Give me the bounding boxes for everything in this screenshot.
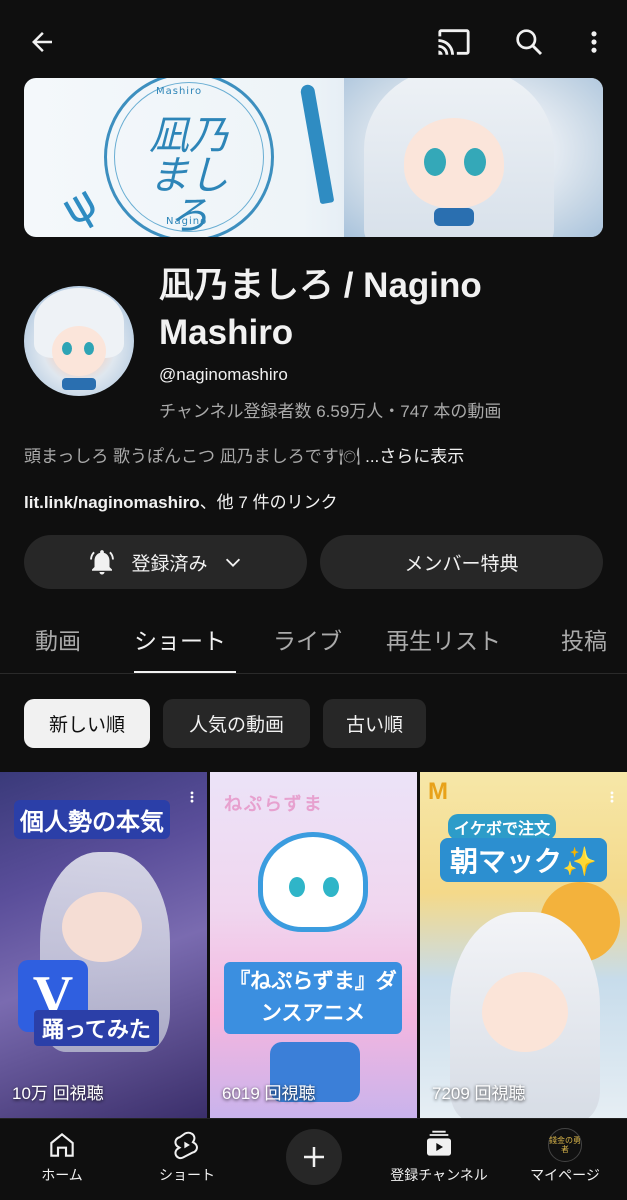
chevron-down-icon bbox=[222, 551, 244, 573]
tab-posts[interactable]: 投稿 bbox=[561, 622, 607, 656]
search-button[interactable] bbox=[509, 22, 549, 62]
description-text: 頭まっしろ 歌うぽんこつ 凪乃ましろです🍽 bbox=[24, 447, 361, 466]
back-button[interactable] bbox=[22, 22, 62, 62]
tab-shorts[interactable]: ショート bbox=[134, 622, 226, 656]
membership-button[interactable]: メンバー特典 bbox=[320, 535, 603, 589]
cast-icon bbox=[438, 29, 470, 55]
channel-links[interactable]: lit.link/naginomashiro、他 7 件のリンク bbox=[24, 488, 338, 513]
short-thumbnail[interactable]: M イケボで注文 朝マック✨ 7209 回視聴 bbox=[420, 772, 627, 1118]
tab-videos[interactable]: 動画 bbox=[35, 622, 81, 656]
short-title-art: ねぷらずま bbox=[224, 794, 324, 814]
tab-live[interactable]: ライブ bbox=[273, 622, 342, 656]
show-more-link[interactable]: ...さらに表示 bbox=[365, 447, 464, 466]
short-views: 7209 回視聴 bbox=[432, 1084, 526, 1103]
short-caption: 『ねぷらずま』ダンスアニメ bbox=[224, 962, 402, 1034]
channel-avatar[interactable] bbox=[24, 286, 134, 396]
create-button[interactable] bbox=[286, 1129, 342, 1185]
banner-logo-top-text: Mashiro bbox=[156, 86, 203, 97]
channel-handle: @naginomashiro bbox=[159, 365, 288, 384]
short-caption-secondary: 踊ってみた bbox=[34, 1010, 159, 1046]
channel-name: 凪乃ましろ / Nagino Mashiro bbox=[159, 266, 482, 352]
nav-subscriptions-label: 登録チャンネル bbox=[390, 1167, 488, 1183]
tab-playlists[interactable]: 再生リスト bbox=[386, 622, 501, 656]
chip-newest[interactable]: 新しい順 bbox=[24, 699, 150, 748]
channel-stats: チャンネル登録者数 6.59万人・747 本の動画 bbox=[159, 402, 502, 421]
banner-character-art bbox=[344, 78, 603, 237]
mcdonalds-logo: M bbox=[428, 778, 448, 805]
more-vertical-icon[interactable] bbox=[605, 786, 619, 812]
account-avatar: 錢金の勇者 bbox=[548, 1128, 582, 1162]
fork-illustration: ψ bbox=[52, 174, 106, 236]
bottom-navigation: ホーム ショート 登録チャンネル 錢金の勇者 マイページ bbox=[0, 1118, 627, 1200]
more-vertical-icon bbox=[591, 31, 597, 53]
membership-label: メンバー特典 bbox=[404, 553, 519, 575]
short-views: 10万 回視聴 bbox=[12, 1084, 104, 1103]
subscribed-label: 登録済み bbox=[131, 553, 208, 575]
short-thumbnail[interactable]: ねぷらずま 『ねぷらずま』ダンスアニメ 6019 回視聴 bbox=[210, 772, 417, 1118]
primary-link[interactable]: lit.link/naginomashiro bbox=[24, 493, 200, 512]
short-caption: 朝マック✨ bbox=[440, 838, 607, 882]
short-thumbnail[interactable]: 個人勢の本気 V 踊ってみた 10万 回視聴 bbox=[0, 772, 207, 1118]
nav-shorts[interactable]: ショート bbox=[132, 1127, 242, 1185]
nav-home[interactable]: ホーム bbox=[7, 1127, 117, 1185]
banner-logo-bottom-text: Nagino bbox=[166, 216, 208, 227]
subscribed-button[interactable]: 登録済み bbox=[24, 535, 307, 589]
channel-description[interactable]: 頭まっしろ 歌うぽんこつ 凪乃ましろです🍽 ...さらに表示 bbox=[24, 442, 464, 467]
nav-shorts-label: ショート bbox=[159, 1167, 215, 1183]
short-subcaption: イケボで注文 bbox=[448, 814, 557, 840]
knife-illustration bbox=[299, 83, 335, 205]
shorts-grid: 個人勢の本気 V 踊ってみた 10万 回視聴 ねぷらずま 『ねぷらずま』ダンスア… bbox=[0, 772, 627, 1118]
nav-subscriptions[interactable]: 登録チャンネル bbox=[384, 1127, 494, 1185]
channel-tabs: 動画 ショート ライブ 再生リスト 投稿 bbox=[0, 604, 627, 674]
channel-banner: Mashiro 凪乃ましろ Nagino ψ bbox=[24, 78, 603, 237]
short-views: 6019 回視聴 bbox=[222, 1084, 316, 1103]
arrow-left-icon bbox=[32, 32, 52, 52]
subscriptions-icon bbox=[384, 1127, 494, 1163]
chip-oldest[interactable]: 古い順 bbox=[323, 699, 426, 748]
short-caption: 個人勢の本気 bbox=[14, 800, 170, 839]
other-links-count: 、他 7 件のリンク bbox=[199, 493, 338, 512]
shorts-icon bbox=[132, 1127, 242, 1163]
search-icon bbox=[516, 29, 543, 56]
plus-icon bbox=[304, 1147, 324, 1167]
cast-button[interactable] bbox=[434, 22, 474, 62]
top-app-bar bbox=[0, 0, 627, 80]
active-tab-indicator bbox=[134, 671, 236, 673]
nav-home-label: ホーム bbox=[41, 1167, 83, 1183]
home-icon bbox=[7, 1127, 117, 1163]
nav-mypage-label: マイページ bbox=[530, 1167, 600, 1183]
more-options-button[interactable] bbox=[574, 22, 614, 62]
bell-ringing-icon bbox=[87, 547, 117, 577]
nav-mypage[interactable]: 錢金の勇者 マイページ bbox=[510, 1127, 620, 1185]
chip-popular[interactable]: 人気の動画 bbox=[163, 699, 310, 748]
more-vertical-icon[interactable] bbox=[185, 786, 199, 812]
